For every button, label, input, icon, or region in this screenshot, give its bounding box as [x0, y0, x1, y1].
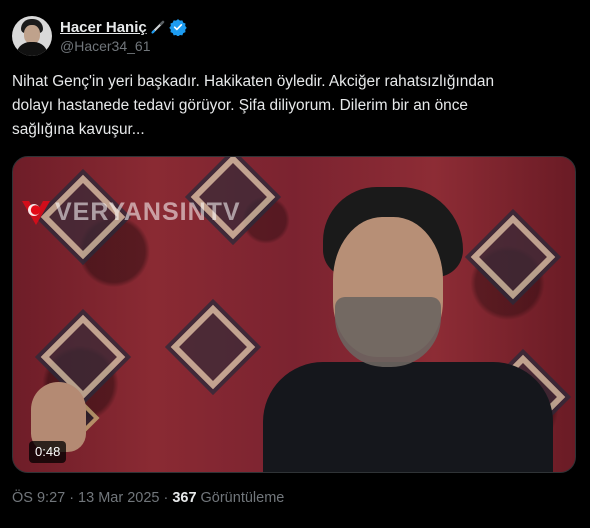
display-name[interactable]: Hacer Haniç: [60, 19, 147, 36]
watermark-text: VERYANSINTV: [55, 197, 241, 226]
tweet-meta: ÖS 9:27 · 13 Mar 2025 · 367 Görüntüleme: [12, 490, 284, 506]
tweet-text: Nihat Genç'in yeri başkadır. Hakikaten ö…: [12, 73, 495, 138]
meta-separator: ·: [69, 490, 75, 506]
views-label: Görüntüleme: [200, 490, 285, 506]
channel-watermark: VERYANSINTV: [19, 195, 241, 229]
verified-badge-icon: [169, 18, 187, 37]
video-person: [263, 187, 553, 472]
video-player[interactable]: VERYANSINTV 0:48: [12, 156, 576, 473]
tweet-date[interactable]: 13 Mar 2025: [78, 490, 159, 506]
video-duration: 0:48: [29, 441, 67, 463]
handle[interactable]: @Hacer34_61: [60, 37, 187, 55]
pen-icon: [150, 19, 166, 35]
views-count: 367: [172, 490, 197, 506]
tweet: Hacer Haniç @Hacer34_61 Nihat Genç'in ye…: [0, 0, 590, 528]
meta-separator: ·: [163, 490, 169, 506]
tweet-header: Hacer Haniç @Hacer34_61: [12, 14, 187, 58]
turkey-flag-icon: [19, 195, 53, 229]
avatar[interactable]: [12, 16, 52, 56]
tweet-time[interactable]: ÖS 9:27: [12, 490, 65, 506]
name-row: Hacer Haniç: [60, 17, 187, 37]
author-names: Hacer Haniç @Hacer34_61: [60, 17, 187, 55]
